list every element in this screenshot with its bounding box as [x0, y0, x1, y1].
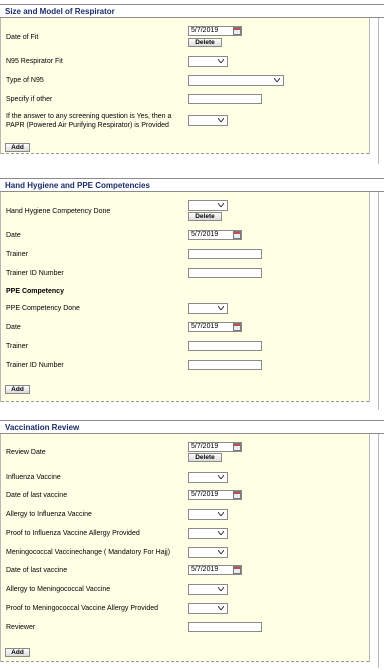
reviewer-input[interactable] [188, 622, 262, 632]
vaccination-form: Review Date 5/7/2019 Delete Influenza Va… [0, 434, 370, 662]
ppe-done-select[interactable] [188, 303, 228, 314]
allergy-meningococcal-label: Allergy to Meningococcal Vaccine [6, 586, 111, 593]
trainer-input[interactable] [188, 341, 262, 351]
chevron-down-icon [218, 203, 224, 207]
trainer-label: Trainer [6, 343, 28, 350]
reviewer-label: Reviewer [6, 624, 36, 631]
chevron-down-icon [218, 606, 224, 610]
n95-fit-label: N95 Respirator Fit [6, 58, 63, 65]
section-title: Hand Hygiene and PPE Competencies [5, 181, 150, 190]
add-button[interactable]: Add [5, 143, 30, 152]
hand-hygiene-done-label: Hand Hygiene Competency Done [6, 208, 111, 215]
chevron-down-icon [218, 475, 224, 479]
meningococcal-vaccine-label: Meningococcal Vaccinechange ( Mandatory … [6, 549, 171, 556]
add-button[interactable]: Add [5, 385, 30, 394]
allergy-influenza-select[interactable] [188, 509, 228, 520]
ppe-done-label: PPE Competency Done [6, 305, 80, 312]
proof-meningococcal-select[interactable] [188, 603, 228, 614]
calendar-icon[interactable] [233, 27, 241, 35]
review-date-label: Review Date [6, 449, 46, 456]
type-n95-select[interactable] [188, 75, 284, 86]
section-header-vaccination: Vaccination Review [0, 420, 384, 434]
allergy-meningococcal-select[interactable] [188, 584, 228, 595]
influenza-vaccine-select[interactable] [188, 472, 228, 483]
chevron-down-icon [218, 512, 224, 516]
papr-label-line2: PAPR (Powered Air Purifying Respirator) … [6, 122, 169, 129]
chevron-down-icon [218, 587, 224, 591]
hand-hygiene-done-select[interactable] [188, 200, 228, 211]
n95-fit-select[interactable] [188, 56, 228, 67]
trainer-id-label: Trainer ID Number [6, 270, 64, 277]
allergy-influenza-label: Allergy to Influenza Vaccine [6, 511, 92, 518]
trainer-id-label: Trainer ID Number [6, 362, 64, 369]
section-header-respirator: Size and Model of Respirator [0, 4, 384, 18]
papr-label-line1: If the answer to any screening question … [6, 113, 172, 120]
chevron-down-icon [218, 550, 224, 554]
specify-other-label: Specify if other [6, 96, 53, 103]
section-title: Vaccination Review [5, 423, 80, 432]
calendar-icon[interactable] [233, 323, 241, 331]
calendar-icon[interactable] [233, 231, 241, 239]
papr-select[interactable] [188, 115, 228, 126]
chevron-down-icon [274, 78, 280, 82]
date-of-fit-label: Date of Fit [6, 34, 39, 41]
influenza-vaccine-label: Influenza Vaccine [6, 474, 61, 481]
proof-influenza-label: Proof to Influenza Vaccine Allergy Provi… [6, 530, 140, 537]
date-label: Date [6, 232, 21, 239]
chevron-down-icon [218, 306, 224, 310]
delete-button[interactable]: Delete [188, 212, 222, 221]
calendar-icon[interactable] [233, 491, 241, 499]
proof-meningococcal-label: Proof to Meningococcal Vaccine Allergy P… [6, 605, 159, 612]
trainer-input[interactable] [188, 249, 262, 259]
trainer-label: Trainer [6, 251, 28, 258]
chevron-down-icon [218, 118, 224, 122]
section-divider [378, 18, 379, 164]
delete-button[interactable]: Delete [188, 38, 222, 47]
section-header-hygiene: Hand Hygiene and PPE Competencies [0, 178, 384, 192]
hygiene-form: Hand Hygiene Competency Done Delete Date… [0, 192, 370, 402]
last-vaccine-label: Date of last vaccine [6, 492, 68, 499]
meningococcal-vaccine-select[interactable] [188, 547, 228, 558]
section-divider [378, 434, 379, 668]
trainer-id-input[interactable] [188, 360, 262, 370]
chevron-down-icon [218, 59, 224, 63]
type-n95-label: Type of N95 [6, 77, 44, 84]
delete-button[interactable]: Delete [188, 453, 222, 462]
add-button[interactable]: Add [5, 648, 30, 657]
last-vaccine-label: Date of last vaccine [6, 567, 68, 574]
calendar-icon[interactable] [233, 443, 241, 451]
date-label: Date [6, 324, 21, 331]
chevron-down-icon [218, 531, 224, 535]
section-divider [378, 192, 379, 410]
section-title: Size and Model of Respirator [5, 7, 115, 16]
specify-other-input[interactable] [188, 94, 262, 104]
trainer-id-input[interactable] [188, 268, 262, 278]
proof-influenza-select[interactable] [188, 528, 228, 539]
ppe-competency-heading: PPE Competency [6, 288, 64, 295]
calendar-icon[interactable] [233, 566, 241, 574]
respirator-form: Date of Fit 5/7/2019 Delete N95 Respirat… [0, 18, 370, 154]
